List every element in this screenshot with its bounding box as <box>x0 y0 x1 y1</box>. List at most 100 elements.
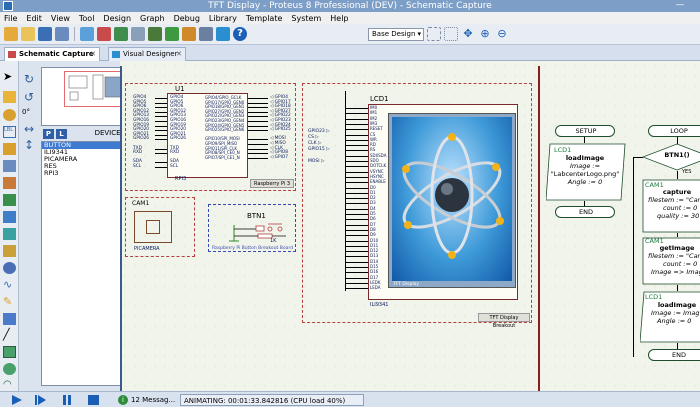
menu-graph[interactable]: Graph <box>140 14 165 23</box>
rpi3-left-pin-name: RXD <box>170 150 180 156</box>
arc-icon[interactable]: ◠ <box>3 379 16 391</box>
device-item-rpi3[interactable]: RPI3 <box>42 170 128 177</box>
device-list[interactable]: BUTTON ILI9341 PICAMERA RES RPI3 <box>41 141 129 386</box>
bom-icon[interactable] <box>165 27 179 41</box>
menu-tool[interactable]: Tool <box>79 14 95 23</box>
pause-button[interactable] <box>62 395 73 405</box>
stop-button[interactable] <box>88 395 99 405</box>
text-script-icon[interactable] <box>3 143 16 155</box>
rpi3-right-pin-wire <box>248 107 268 109</box>
menu-system[interactable]: System <box>291 14 321 23</box>
close-project-icon[interactable] <box>55 27 69 41</box>
flow-cam-line: Image => Imag <box>651 268 700 276</box>
messages-indicator[interactable]: i 12 Messag... <box>118 394 175 406</box>
lcd-pin-name: D1 <box>370 189 376 195</box>
home-icon[interactable] <box>80 27 94 41</box>
rpi3-right-pin-name: GPIO7/SPI_CE1_N <box>205 154 240 160</box>
3d-viewer-icon[interactable] <box>131 27 145 41</box>
help-icon[interactable]: ? <box>233 27 247 41</box>
menu-library[interactable]: Library <box>209 14 237 23</box>
rpi3-right-pin-wire <box>248 102 268 104</box>
menu-design[interactable]: Design <box>103 14 131 23</box>
save-icon[interactable] <box>38 27 52 41</box>
pan-icon[interactable]: ✥ <box>461 27 475 41</box>
schematic-icon[interactable] <box>97 27 111 41</box>
device-pin-icon[interactable] <box>3 211 16 223</box>
menu-debug[interactable]: Debug <box>174 14 200 23</box>
open-folder-icon[interactable] <box>21 27 35 41</box>
rotate-cw-icon[interactable]: ↻ <box>23 73 35 85</box>
picamera-component[interactable] <box>134 211 172 243</box>
zoom-in-icon[interactable]: ⊕ <box>478 27 492 41</box>
subcircuit-icon[interactable] <box>3 177 16 189</box>
box-icon[interactable] <box>3 346 16 358</box>
menu-view[interactable]: View <box>51 14 70 23</box>
design-explorer-icon[interactable] <box>182 27 196 41</box>
terminal-icon[interactable] <box>3 194 16 206</box>
lcd-pin-wire <box>345 219 368 221</box>
mirror-x-icon[interactable]: ↔ <box>23 123 35 135</box>
wire-label-icon[interactable]: LBL <box>3 126 16 138</box>
tab-schematic-capture[interactable]: Schematic Capture ✕ <box>4 47 100 61</box>
line-icon[interactable]: ╱ <box>3 329 16 341</box>
circle-icon[interactable] <box>3 363 16 375</box>
lcd-pin-name: D0 <box>370 184 376 190</box>
lcd1-ref: LCD1 <box>370 95 389 103</box>
flow-setup-node[interactable]: SETUP <box>555 125 615 137</box>
source-code-icon[interactable] <box>199 27 213 41</box>
component-mode-icon[interactable] <box>3 91 16 103</box>
lcd-pin-wire <box>345 108 368 109</box>
tape-recorder-icon[interactable] <box>3 245 16 257</box>
lcd-footer-label: TFT Display Breakout <box>478 313 530 329</box>
virtual-instrument-icon[interactable] <box>3 313 16 325</box>
origin-icon[interactable] <box>444 27 458 41</box>
play-button[interactable] <box>12 395 22 405</box>
tft-screen-frame: TFT Display <box>388 113 516 288</box>
lcd-pin-name: IM1 <box>370 110 378 116</box>
mirror-y-icon[interactable]: ↕ <box>23 139 35 151</box>
rpi3-left-pin-wire <box>155 121 167 122</box>
rpi3-right-pin-wire <box>248 144 268 145</box>
voltage-probe-icon[interactable]: ✎ <box>3 296 16 308</box>
rpi3-right-pin-wire <box>248 116 268 118</box>
step-button[interactable] <box>35 395 46 405</box>
menu-template[interactable]: Template <box>246 14 283 23</box>
schematic-canvas[interactable]: U1 RPI3 Raspberry Pi 3 GPIO4 GPIO4 GPIO5 GP… <box>120 61 700 391</box>
lcd-pin-wire <box>345 272 368 274</box>
rpi3-left-pin-wire <box>155 167 167 168</box>
flow-end-node-1[interactable]: END <box>555 206 615 218</box>
selection-mode-icon[interactable]: ➤ <box>3 71 16 83</box>
new-file-icon[interactable] <box>4 27 18 41</box>
gerber-icon[interactable] <box>148 27 162 41</box>
lcd-pin-wire <box>345 235 368 237</box>
overview-viewport[interactable] <box>64 71 126 107</box>
rotate-ccw-icon[interactable]: ↺ <box>23 91 35 103</box>
close-tab-icon[interactable]: ✕ <box>176 48 182 61</box>
overview-window[interactable] <box>41 67 129 126</box>
rpi3-left-pin-wire <box>155 130 167 132</box>
rpi3-left-pin-wire <box>155 125 167 127</box>
close-tab-icon[interactable]: ✕ <box>90 48 96 61</box>
graph-mode-icon[interactable] <box>3 228 16 240</box>
flow-end-node-2[interactable]: END <box>648 349 700 361</box>
design-variant-select[interactable]: Base Design <box>368 27 424 41</box>
lcd-pin-name: DOTCLK <box>370 163 387 169</box>
menu-edit[interactable]: Edit <box>26 14 42 23</box>
minimize-button[interactable]: — <box>674 0 686 11</box>
flow-cam-op: getImage <box>659 244 695 252</box>
pcb-layout-icon[interactable] <box>114 27 128 41</box>
visual-designer-icon[interactable] <box>216 27 230 41</box>
junction-dot-icon[interactable] <box>3 109 16 121</box>
menu-file[interactable]: File <box>4 14 17 23</box>
menu-help[interactable]: Help <box>330 14 348 23</box>
generator-icon[interactable] <box>3 262 16 274</box>
flow-loop-node[interactable]: LOOP <box>648 125 700 137</box>
zoom-out-icon[interactable]: ⊖ <box>495 27 509 41</box>
lcd-pin-name: RD <box>370 142 376 148</box>
probe-icon[interactable]: ∿ <box>3 279 16 291</box>
bus-icon[interactable] <box>3 160 16 172</box>
lcd-pin-wire <box>345 166 368 168</box>
grid-icon[interactable] <box>427 27 441 41</box>
lcd-pin-name: D7 <box>370 221 376 227</box>
tab-visual-designer[interactable]: Visual Designer ✕ <box>108 47 186 61</box>
